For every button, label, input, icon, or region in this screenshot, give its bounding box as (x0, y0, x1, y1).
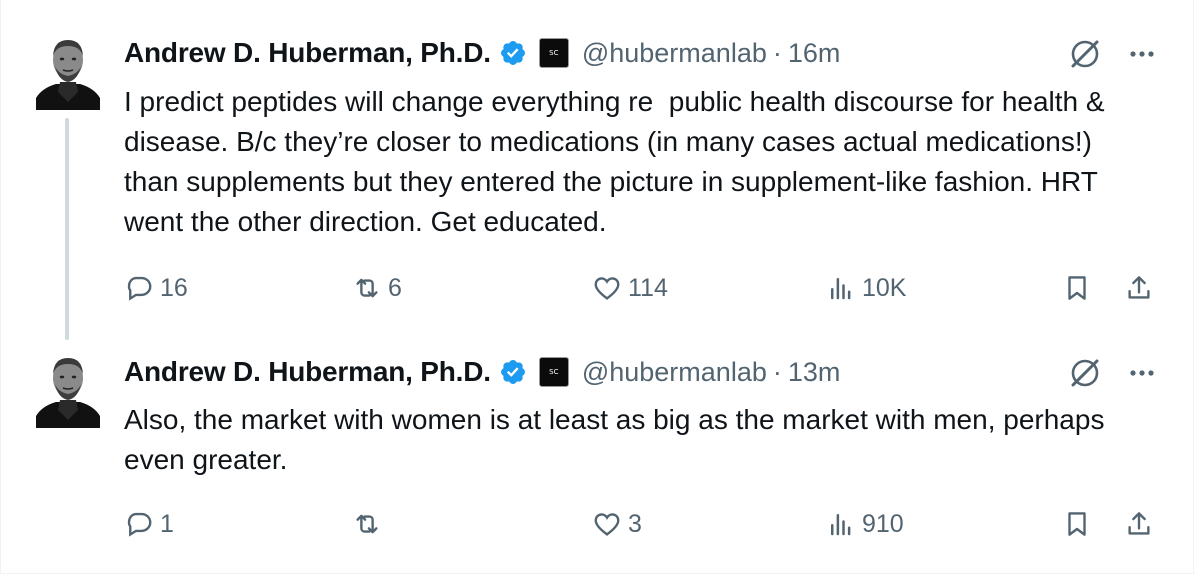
share-icon (1128, 276, 1150, 299)
timestamp[interactable]: 16m (788, 38, 841, 69)
affiliation-badge-text: SC (549, 368, 559, 376)
reply-button[interactable]: 16 (124, 266, 188, 310)
avatar[interactable] (36, 32, 100, 110)
grok-icon[interactable] (1067, 36, 1103, 72)
share-icon (1128, 512, 1150, 535)
like-count: 3 (628, 509, 642, 538)
author-handle[interactable]: @hubermanlab (582, 38, 767, 69)
reply-button[interactable]: 1 (124, 502, 174, 546)
author-name[interactable]: Andrew D. Huberman, Ph.D. (124, 356, 491, 388)
repost-icon (356, 278, 378, 298)
author-name[interactable]: Andrew D. Huberman, Ph.D. (124, 37, 491, 69)
grok-icon[interactable] (1067, 355, 1103, 391)
views-icon (831, 278, 851, 300)
reply-icon (127, 512, 152, 537)
views-count: 910 (862, 509, 904, 538)
repost-button[interactable]: 6 (352, 266, 402, 310)
views-icon (831, 514, 851, 536)
bookmark-icon (1068, 512, 1086, 536)
repost-count: 6 (388, 273, 402, 302)
tweet-header: Andrew D. Huberman, Ph.D. SC @hubermanla… (124, 33, 840, 73)
like-icon (594, 277, 620, 300)
like-count: 114 (628, 273, 668, 302)
author-handle[interactable]: @hubermanlab (582, 357, 767, 388)
avatar[interactable] (36, 350, 100, 428)
views-button[interactable]: 910 (826, 502, 904, 546)
like-icon (594, 513, 620, 536)
tweet-actions: 16 6 114 10K (0, 266, 1194, 310)
tweet-text: Also, the market with women is at least … (124, 404, 1113, 475)
tweet-text: I predict peptides will change everythin… (124, 86, 1113, 237)
bookmark-button[interactable] (1062, 502, 1092, 546)
verified-badge-icon[interactable] (499, 358, 527, 386)
separator-dot: · (772, 356, 782, 387)
reply-icon (127, 276, 152, 301)
reply-count: 16 (160, 273, 188, 302)
bookmark-button[interactable] (1062, 266, 1092, 310)
separator-dot: · (772, 37, 782, 68)
tweet-actions: 1 3 910 (0, 502, 1194, 546)
timestamp[interactable]: 13m (788, 357, 841, 388)
more-icon[interactable] (1124, 36, 1160, 72)
views-count: 10K (862, 273, 907, 302)
more-icon[interactable] (1124, 355, 1160, 391)
share-button[interactable] (1124, 502, 1154, 546)
like-button[interactable]: 3 (592, 502, 642, 546)
repost-button[interactable] (352, 502, 388, 546)
verified-badge-icon[interactable] (499, 39, 527, 67)
repost-icon (356, 514, 378, 534)
tweet[interactable]: Andrew D. Huberman, Ph.D. SC @hubermanla… (0, 0, 1194, 340)
bookmark-icon (1068, 276, 1086, 300)
affiliation-badge[interactable]: SC (538, 357, 569, 387)
share-button[interactable] (1124, 266, 1154, 310)
affiliation-badge[interactable]: SC (538, 38, 569, 68)
like-button[interactable]: 114 (592, 266, 668, 310)
reply-count: 1 (160, 509, 174, 538)
affiliation-badge-text: SC (549, 49, 559, 57)
tweet-header: Andrew D. Huberman, Ph.D. SC @hubermanla… (124, 352, 840, 392)
views-button[interactable]: 10K (826, 266, 906, 310)
tweet[interactable]: Andrew D. Huberman, Ph.D. SC @hubermanla… (0, 330, 1194, 574)
